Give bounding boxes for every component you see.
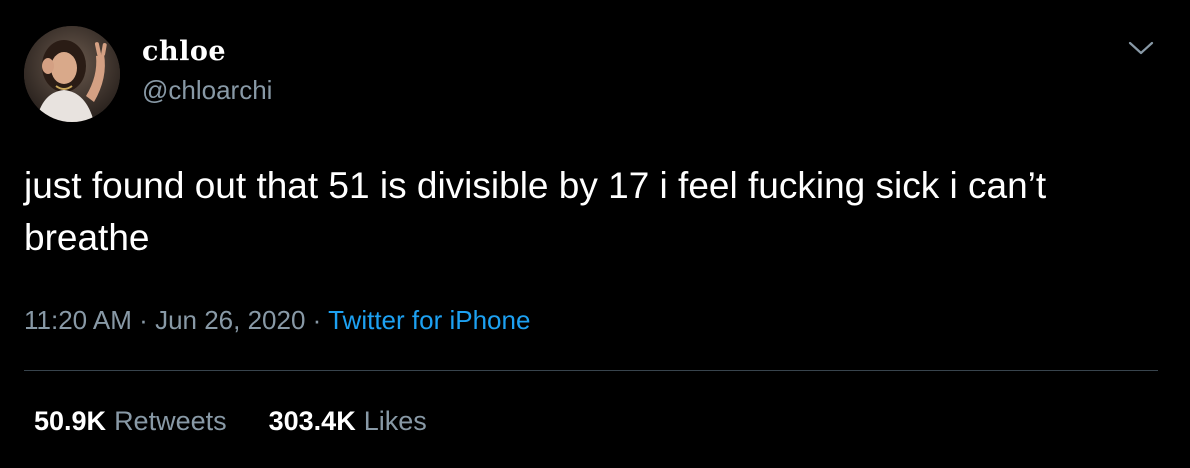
tweet-stats: 50.9K Retweets 303.4K Likes [34,403,427,439]
avatar[interactable] [24,26,120,122]
likes-count: 303.4K [268,406,356,436]
retweets-stat[interactable]: 50.9K Retweets [34,403,227,439]
avatar-photo [24,26,120,122]
tweet-metadata: 11:20 AM · Jun 26, 2020 · Twitter for iP… [24,302,530,338]
user-handle[interactable]: @chloarchi [142,73,272,107]
tweet-source-link[interactable]: Twitter for iPhone [328,305,530,335]
likes-stat[interactable]: 303.4K Likes [269,403,427,439]
tweet-date[interactable]: Jun 26, 2020 [155,305,305,335]
tweet-time[interactable]: 11:20 AM [24,305,132,335]
separator-dot: · [139,305,148,335]
tweet-header: chloe @chloarchi [24,24,272,124]
likes-label: Likes [363,406,427,436]
chevron-down-icon[interactable] [1126,36,1156,60]
tweet-text: just found out that 51 is divisible by 1… [24,165,1047,258]
retweets-count: 50.9K [34,406,107,436]
tweet-card: chloe @chloarchi just found out that 51 … [0,0,1190,468]
author-names: chloe @chloarchi [142,35,272,107]
separator-dot: · [312,305,322,335]
display-name[interactable]: chloe [142,35,272,69]
retweets-label: Retweets [114,406,227,436]
divider [24,370,1158,371]
